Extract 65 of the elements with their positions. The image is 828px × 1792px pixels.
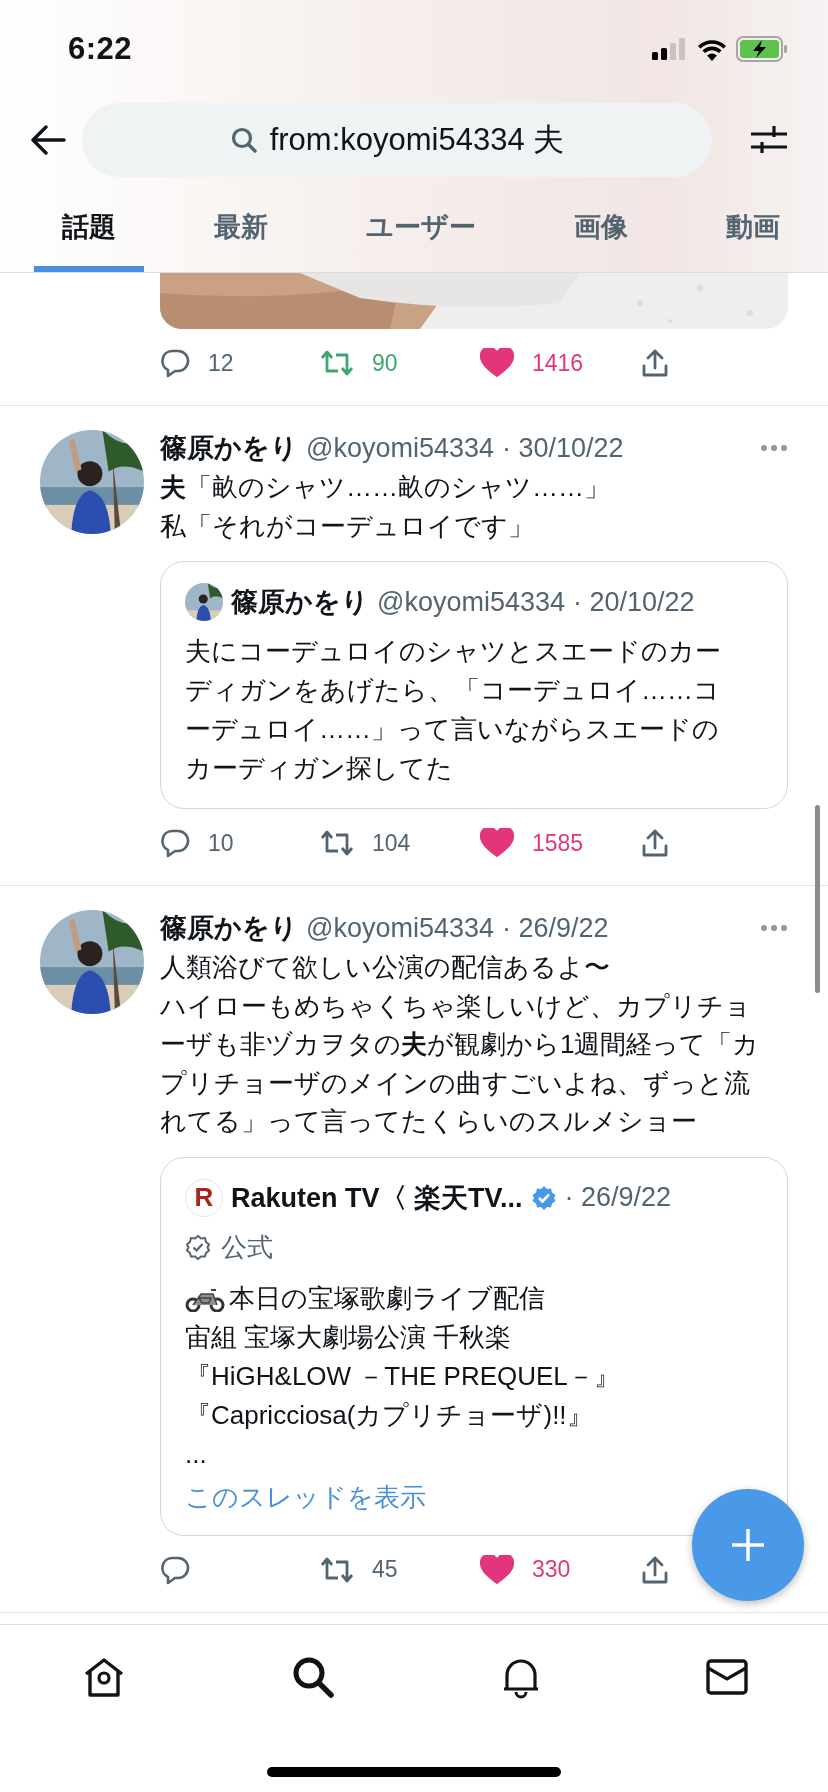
back-arrow-icon[interactable] <box>30 125 66 155</box>
battery-icon <box>736 36 788 62</box>
more-options-icon[interactable] <box>760 924 788 932</box>
search-tab[interactable]: 画像 <box>546 182 656 272</box>
retweet-icon[interactable] <box>320 349 354 377</box>
heart-icon[interactable] <box>480 348 514 378</box>
retweet-icon[interactable] <box>320 829 354 857</box>
reply-count: 10 <box>208 829 234 857</box>
tweet-text: 私「それがコーデュロイです」 <box>160 509 535 543</box>
retweet-count: 104 <box>372 829 411 857</box>
status-time: 6:22 <box>68 31 133 67</box>
author-name: 篠原かをり <box>160 912 298 945</box>
author-name: Rakuten TV〈 楽天TV... <box>231 1181 523 1215</box>
search-tab[interactable]: ユーザー <box>338 182 504 272</box>
quoted-text: 宙組 宝塚大劇場公演 千秋楽 <box>185 1320 513 1354</box>
author-name: 篠原かをり <box>231 586 369 619</box>
tweet-text: 夫「畝のシャツ……畝のシャツ……」 <box>160 471 611 504</box>
tweet-date: · 30/10/22 <box>502 432 624 464</box>
share-icon[interactable] <box>640 828 670 858</box>
retweet-icon[interactable] <box>320 1555 354 1584</box>
tweet-text: 人類浴びて欲しい公演の配信あるよ〜 <box>160 951 611 984</box>
like-count: 1416 <box>532 349 584 377</box>
retweet-count: 45 <box>372 1556 398 1583</box>
search-tab[interactable]: 動画 <box>698 182 808 272</box>
retweet-count: 90 <box>372 349 398 377</box>
quoted-text: 『HiGH&LOW －THE PREQUEL－』 <box>185 1359 621 1393</box>
like-count: 1585 <box>532 829 584 857</box>
author-handle: @koyomi54334 <box>306 432 494 464</box>
signal-icon <box>652 38 688 60</box>
mail-icon[interactable] <box>706 1659 748 1695</box>
home-icon[interactable] <box>82 1656 126 1698</box>
author-name: 篠原かをり <box>160 432 298 465</box>
quoted-text: ... <box>185 1437 208 1471</box>
share-icon[interactable] <box>640 348 670 378</box>
like-count: 330 <box>532 1556 571 1583</box>
heart-icon[interactable] <box>480 1554 514 1585</box>
share-icon[interactable] <box>640 1554 670 1585</box>
scrollbar[interactable] <box>815 805 820 993</box>
show-thread-link[interactable]: このスレッドを表示 <box>185 1479 426 1515</box>
more-options-icon[interactable] <box>760 444 788 452</box>
author-handle: @koyomi54334 <box>306 912 494 944</box>
heart-icon[interactable] <box>480 828 514 858</box>
official-label: 公式 <box>221 1230 273 1264</box>
check-badge-icon <box>185 1234 211 1260</box>
tweet-text: ハイローもめちゃくちゃ楽しいけど、カプリチョーザも非ヅカヲタの夫が観劇から1週間経って「カプリチョーザのメインの曲すごいよね、ずっと流れてる」って言ってたくらいのスルメショー <box>160 989 761 1138</box>
quoted-text: 夫にコーデュロイのシャツとスエードのカーディガンをあげたら、「コーデュロイ……コーデュロイ……」って言いながらスエードのカーディガン探してた <box>185 635 722 785</box>
reply-icon[interactable] <box>160 828 190 858</box>
quoted-text: 『Capricciosa(カプリチョーザ)!!』 <box>185 1398 594 1432</box>
search-tab[interactable]: 最新 <box>186 182 296 272</box>
search-icon <box>229 126 258 154</box>
reply-icon[interactable] <box>160 1554 190 1585</box>
compose-button[interactable] <box>692 1489 804 1601</box>
tweet-date: · 26/9/22 <box>502 912 609 944</box>
quoted-text: 本日の宝塚歌劇ライブ配信 <box>229 1281 545 1315</box>
search-icon[interactable] <box>291 1655 336 1699</box>
author-handle: @koyomi54334 <box>377 586 565 618</box>
search-field[interactable]: from:koyomi54334 夫 <box>82 103 712 177</box>
wifi-icon <box>696 37 728 61</box>
reply-icon[interactable] <box>160 348 190 378</box>
search-tab[interactable]: 話題 <box>34 182 144 272</box>
tweet-date: · 20/10/22 <box>573 586 695 618</box>
quoted-tweet-card[interactable]: 篠原かをり @koyomi54334 · 20/10/22 夫にコーデュロイのシャツとスエードのカーディガンをあげたら、「コーデュロイ……コーデュロイ……」って言いながらスエードのカーディガン探してた <box>160 561 788 809</box>
tweet-date: · 26/9/22 <box>564 1182 672 1213</box>
plus-icon <box>731 1528 765 1562</box>
reply-count: 12 <box>208 349 234 377</box>
